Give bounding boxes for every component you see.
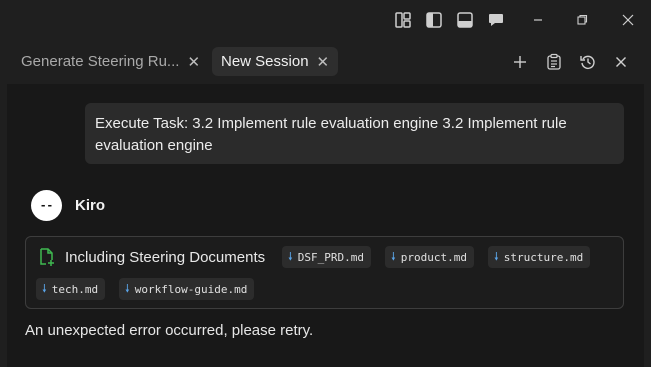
doc-name: product.md <box>400 250 467 264</box>
steering-doc-chip[interactable]: 🠗 tech.md <box>36 278 106 300</box>
doc-name: workflow-guide.md <box>134 282 248 296</box>
toggle-sidebar-icon[interactable] <box>423 9 445 31</box>
file-add-icon <box>36 247 56 267</box>
chat-icon[interactable] <box>485 9 507 31</box>
doc-name: tech.md <box>51 282 99 296</box>
doc-name: DSF_PRD.md <box>297 250 364 264</box>
toggle-bottom-panel-icon[interactable] <box>454 9 476 31</box>
download-icon: 🠗 <box>288 249 293 263</box>
steering-doc-chip[interactable]: 🠗 workflow-guide.md <box>119 278 255 300</box>
tab-label: Generate Steering Ru... <box>21 53 180 70</box>
minimize-icon[interactable] <box>527 9 549 31</box>
tab-label: New Session <box>221 53 309 70</box>
steering-documents-box: Including Steering Documents 🠗 DSF_PRD.m… <box>25 236 624 309</box>
steering-title: Including Steering Documents <box>65 249 266 266</box>
tab-new-session[interactable]: New Session ✕ <box>212 47 339 76</box>
title-bar <box>0 0 651 40</box>
close-icon[interactable] <box>617 9 639 31</box>
download-icon: 🠗 <box>391 249 396 263</box>
close-panel-icon[interactable] <box>610 51 632 73</box>
chat-panel: Execute Task: 3.2 Implement rule evaluat… <box>7 84 644 367</box>
task-list-icon[interactable] <box>543 51 565 73</box>
kiro-avatar: -- <box>31 190 62 221</box>
history-icon[interactable] <box>577 51 599 73</box>
tab-generate-steering[interactable]: Generate Steering Ru... ✕ <box>12 47 209 76</box>
close-tab-icon[interactable]: ✕ <box>317 53 330 71</box>
add-icon[interactable] <box>509 51 531 73</box>
steering-doc-chip[interactable]: 🠗 product.md <box>385 246 474 268</box>
layout-panels-icon[interactable] <box>392 9 414 31</box>
download-icon: 🠗 <box>125 281 130 295</box>
download-icon: 🠗 <box>494 249 499 263</box>
error-message: An unexpected error occurred, please ret… <box>25 322 314 339</box>
agent-name: Kiro <box>75 197 105 214</box>
session-tab-bar: Generate Steering Ru... ✕ New Session ✕ <box>0 40 651 84</box>
steering-doc-chip[interactable]: 🠗 structure.md <box>488 246 591 268</box>
download-icon: 🠗 <box>42 281 47 295</box>
doc-name: structure.md <box>503 250 584 264</box>
close-tab-icon[interactable]: ✕ <box>187 53 200 71</box>
steering-doc-chip[interactable]: 🠗 DSF_PRD.md <box>282 246 371 268</box>
restore-icon[interactable] <box>571 9 593 31</box>
user-message-bubble: Execute Task: 3.2 Implement rule evaluat… <box>85 103 624 164</box>
